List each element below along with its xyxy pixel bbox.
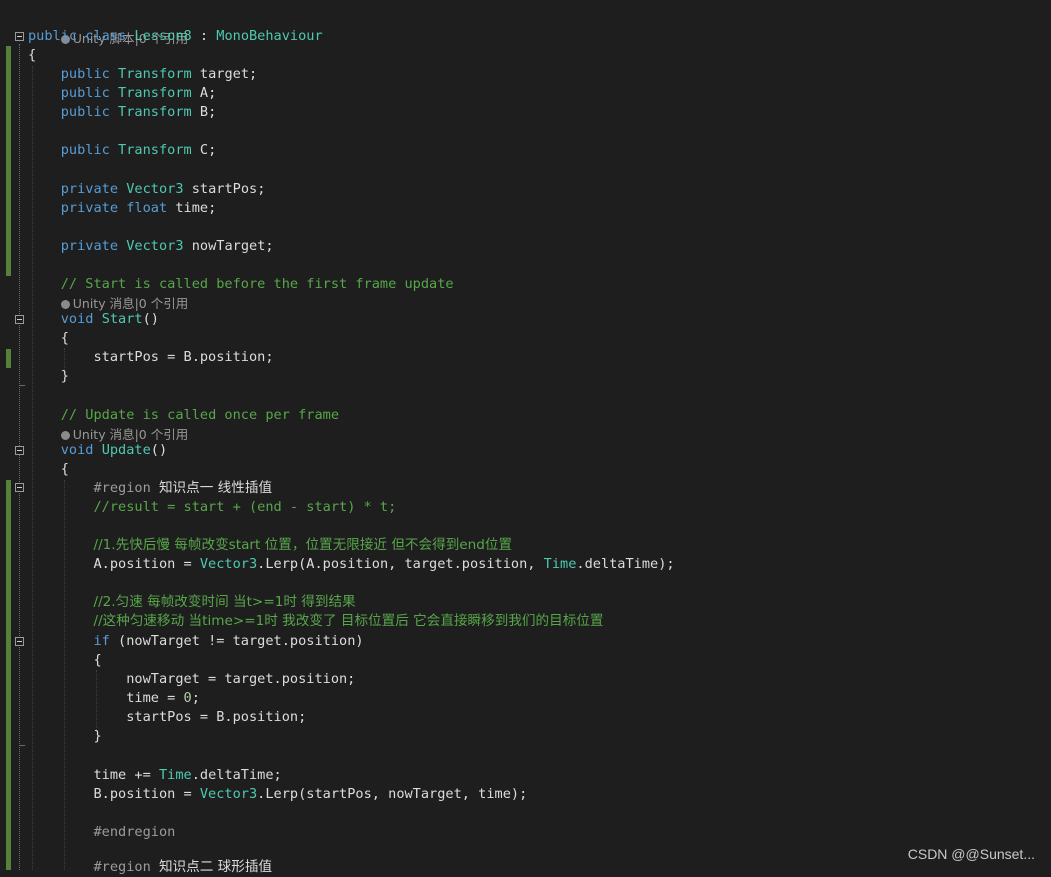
code-editor[interactable]: Unity 脚本|0 个引用 public class Lesson8 : Mo… bbox=[0, 0, 1051, 875]
watermark: CSDN @@Sunset... bbox=[907, 846, 1035, 862]
fold-if-button[interactable] bbox=[15, 637, 24, 646]
code-line[interactable]: private float time; bbox=[28, 199, 1028, 218]
change-bar bbox=[6, 480, 11, 870]
code-line[interactable]: public Transform C; bbox=[28, 141, 1028, 160]
code-line[interactable]: time = 0; bbox=[28, 689, 1028, 708]
code-line[interactable]: private Vector3 nowTarget; bbox=[28, 237, 1028, 256]
code-line[interactable]: private Vector3 startPos; bbox=[28, 180, 1028, 199]
code-line[interactable]: startPos = B.position; bbox=[28, 348, 1028, 367]
fold-update-button[interactable] bbox=[15, 446, 24, 455]
code-line[interactable]: //result = start + (end - start) * t; bbox=[28, 498, 1028, 517]
code-line[interactable]: { bbox=[28, 651, 1028, 670]
fold-class-button[interactable] bbox=[15, 32, 24, 41]
code-line[interactable]: B.position = Vector3.Lerp(startPos, nowT… bbox=[28, 785, 1028, 804]
code-line[interactable]: time += Time.deltaTime; bbox=[28, 766, 1028, 785]
code-line[interactable]: #region 知识点一 线性插值 bbox=[28, 479, 1028, 498]
fold-end bbox=[19, 745, 25, 746]
unity-icon bbox=[60, 300, 70, 309]
code-line[interactable]: //2.匀速 每帧改变时间 当t>=1时 得到结果 bbox=[28, 593, 1028, 612]
code-line[interactable]: public Transform B; bbox=[28, 103, 1028, 122]
fold-end bbox=[19, 385, 25, 386]
code-line[interactable]: #endregion bbox=[28, 823, 1028, 842]
code-line[interactable]: { bbox=[28, 46, 1028, 65]
code-line[interactable]: } bbox=[28, 367, 1028, 386]
code-line[interactable]: void Start() bbox=[28, 310, 1028, 329]
code-line[interactable]: public Transform target; bbox=[28, 65, 1028, 84]
code-line[interactable]: //这种匀速移动 当time>=1时 我改变了 目标位置后 它会直接瞬移到我们的… bbox=[28, 612, 1028, 631]
code-line[interactable]: if (nowTarget != target.position) bbox=[28, 632, 1028, 651]
fold-start-button[interactable] bbox=[15, 315, 24, 324]
fold-region-button[interactable] bbox=[15, 483, 24, 492]
code-line[interactable]: } bbox=[28, 727, 1028, 746]
code-line[interactable]: // Start is called before the first fram… bbox=[28, 275, 1028, 294]
code-line[interactable]: { bbox=[28, 460, 1028, 479]
code-line[interactable]: #region 知识点二 球形插值 bbox=[28, 858, 1028, 877]
code-line[interactable]: void Update() bbox=[28, 441, 1028, 460]
code-line[interactable]: nowTarget = target.position; bbox=[28, 670, 1028, 689]
code-line[interactable]: startPos = B.position; bbox=[28, 708, 1028, 727]
change-bar bbox=[6, 349, 11, 368]
code-line[interactable]: { bbox=[28, 329, 1028, 348]
code-line[interactable]: A.position = Vector3.Lerp(A.position, ta… bbox=[28, 555, 1028, 574]
code-line[interactable]: // Update is called once per frame bbox=[28, 406, 1028, 425]
unity-icon bbox=[60, 431, 70, 440]
code-line[interactable]: //1.先快后慢 每帧改变start 位置，位置无限接近 但不会得到end位置 bbox=[28, 536, 1028, 555]
change-bar bbox=[6, 46, 11, 276]
code-line[interactable]: public class Lesson8 : MonoBehaviour bbox=[28, 27, 1028, 46]
code-line[interactable]: public Transform A; bbox=[28, 84, 1028, 103]
fold-line bbox=[19, 44, 21, 870]
